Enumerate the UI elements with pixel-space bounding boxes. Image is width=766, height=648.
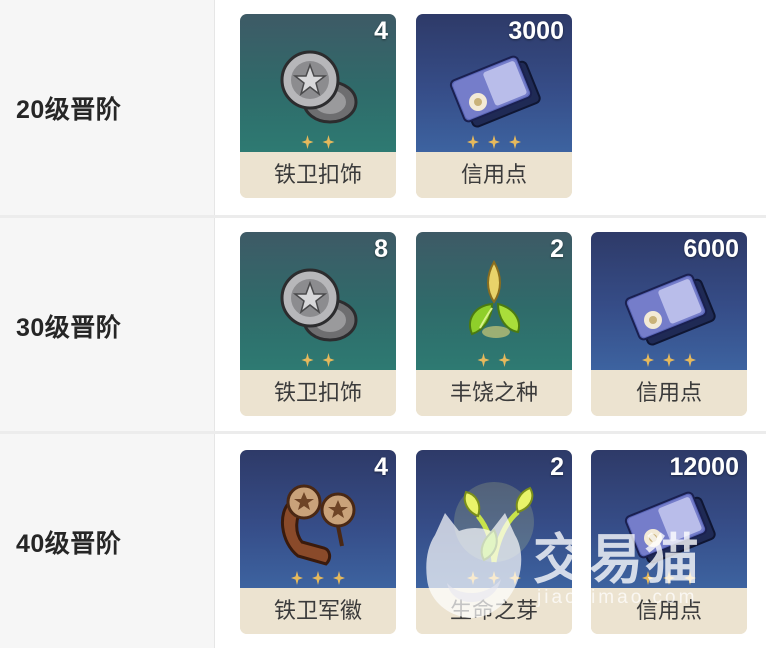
material-name: 信用点	[416, 152, 572, 198]
star-icon	[322, 353, 335, 367]
star-icon	[312, 571, 324, 585]
rarity-stars	[467, 135, 521, 149]
rarity-stars	[301, 135, 335, 149]
ascension-row-40: 40级晋阶 4 铁卫军徽 2 生命之芽 12000 信用点	[0, 434, 766, 648]
rarity-stars	[477, 353, 511, 367]
quantity-label: 12000	[669, 453, 739, 481]
star-icon	[291, 571, 303, 585]
iron-guard-emblem-icon	[280, 484, 356, 566]
credit-card-icon	[624, 273, 716, 346]
star-icon	[301, 353, 314, 367]
star-icon	[498, 353, 511, 367]
rarity-stars	[642, 353, 696, 367]
material-card-iron-guard-buckle[interactable]: 8 铁卫扣饰	[240, 232, 396, 416]
material-card-abundance-seed[interactable]: 2 丰饶之种	[416, 232, 572, 416]
star-icon	[467, 571, 479, 585]
ascension-materials-table: 20级晋阶 4 铁卫扣饰 3000 信用点 30级晋阶 8 铁卫扣饰 2 丰饶之…	[0, 0, 766, 648]
ascension-row-20: 20级晋阶 4 铁卫扣饰 3000 信用点	[0, 0, 766, 216]
star-icon	[684, 571, 696, 585]
star-icon	[488, 135, 500, 149]
row-label-cell: 20级晋阶	[0, 0, 215, 216]
quantity-label: 6000	[683, 235, 739, 263]
star-icon	[509, 135, 521, 149]
iron-guard-buckle-icon	[280, 268, 358, 342]
star-icon	[642, 353, 654, 367]
row-label: 40级晋阶	[16, 530, 122, 558]
credit-card-icon	[449, 55, 541, 128]
row-label: 20级晋阶	[16, 96, 122, 124]
quantity-label: 4	[374, 453, 388, 481]
quantity-label: 2	[550, 453, 564, 481]
material-card-credit[interactable]: 6000 信用点	[591, 232, 747, 416]
material-card-iron-guard-buckle[interactable]: 4 铁卫扣饰	[240, 14, 396, 198]
material-name: 铁卫军徽	[240, 588, 396, 634]
material-name: 丰饶之种	[416, 370, 572, 416]
star-icon	[322, 135, 335, 149]
material-name: 铁卫扣饰	[240, 370, 396, 416]
material-card-life-sprout[interactable]: 2 生命之芽	[416, 450, 572, 634]
credit-card-icon	[624, 491, 716, 564]
star-icon	[301, 135, 314, 149]
row-label-cell: 30级晋阶	[0, 218, 215, 434]
abundance-seed-icon	[469, 259, 520, 338]
row-label-cell: 40级晋阶	[0, 434, 215, 648]
quantity-label: 8	[374, 235, 388, 263]
star-icon	[663, 353, 675, 367]
material-name: 铁卫扣饰	[240, 152, 396, 198]
star-icon	[684, 353, 696, 367]
star-icon	[333, 571, 345, 585]
star-icon	[642, 571, 654, 585]
material-name: 信用点	[591, 588, 747, 634]
ascension-row-30: 30级晋阶 8 铁卫扣饰 2 丰饶之种 6000 信用点	[0, 218, 766, 434]
material-name: 生命之芽	[416, 588, 572, 634]
quantity-label: 3000	[508, 17, 564, 45]
rarity-stars	[467, 571, 521, 585]
star-icon	[477, 353, 490, 367]
material-card-credit[interactable]: 3000 信用点	[416, 14, 572, 198]
material-card-credit[interactable]: 12000 信用点	[591, 450, 747, 634]
rarity-stars	[301, 353, 335, 367]
quantity-label: 4	[374, 17, 388, 45]
star-icon	[509, 571, 521, 585]
star-icon	[663, 571, 675, 585]
rarity-stars	[291, 571, 345, 585]
star-icon	[488, 571, 500, 585]
iron-guard-buckle-icon	[280, 50, 358, 124]
star-icon	[467, 135, 479, 149]
rarity-stars	[642, 571, 696, 585]
material-name: 信用点	[591, 370, 747, 416]
quantity-label: 2	[550, 235, 564, 263]
material-card-iron-guard-emblem[interactable]: 4 铁卫军徽	[240, 450, 396, 634]
life-sprout-icon	[454, 482, 534, 563]
row-label: 30级晋阶	[16, 314, 122, 342]
